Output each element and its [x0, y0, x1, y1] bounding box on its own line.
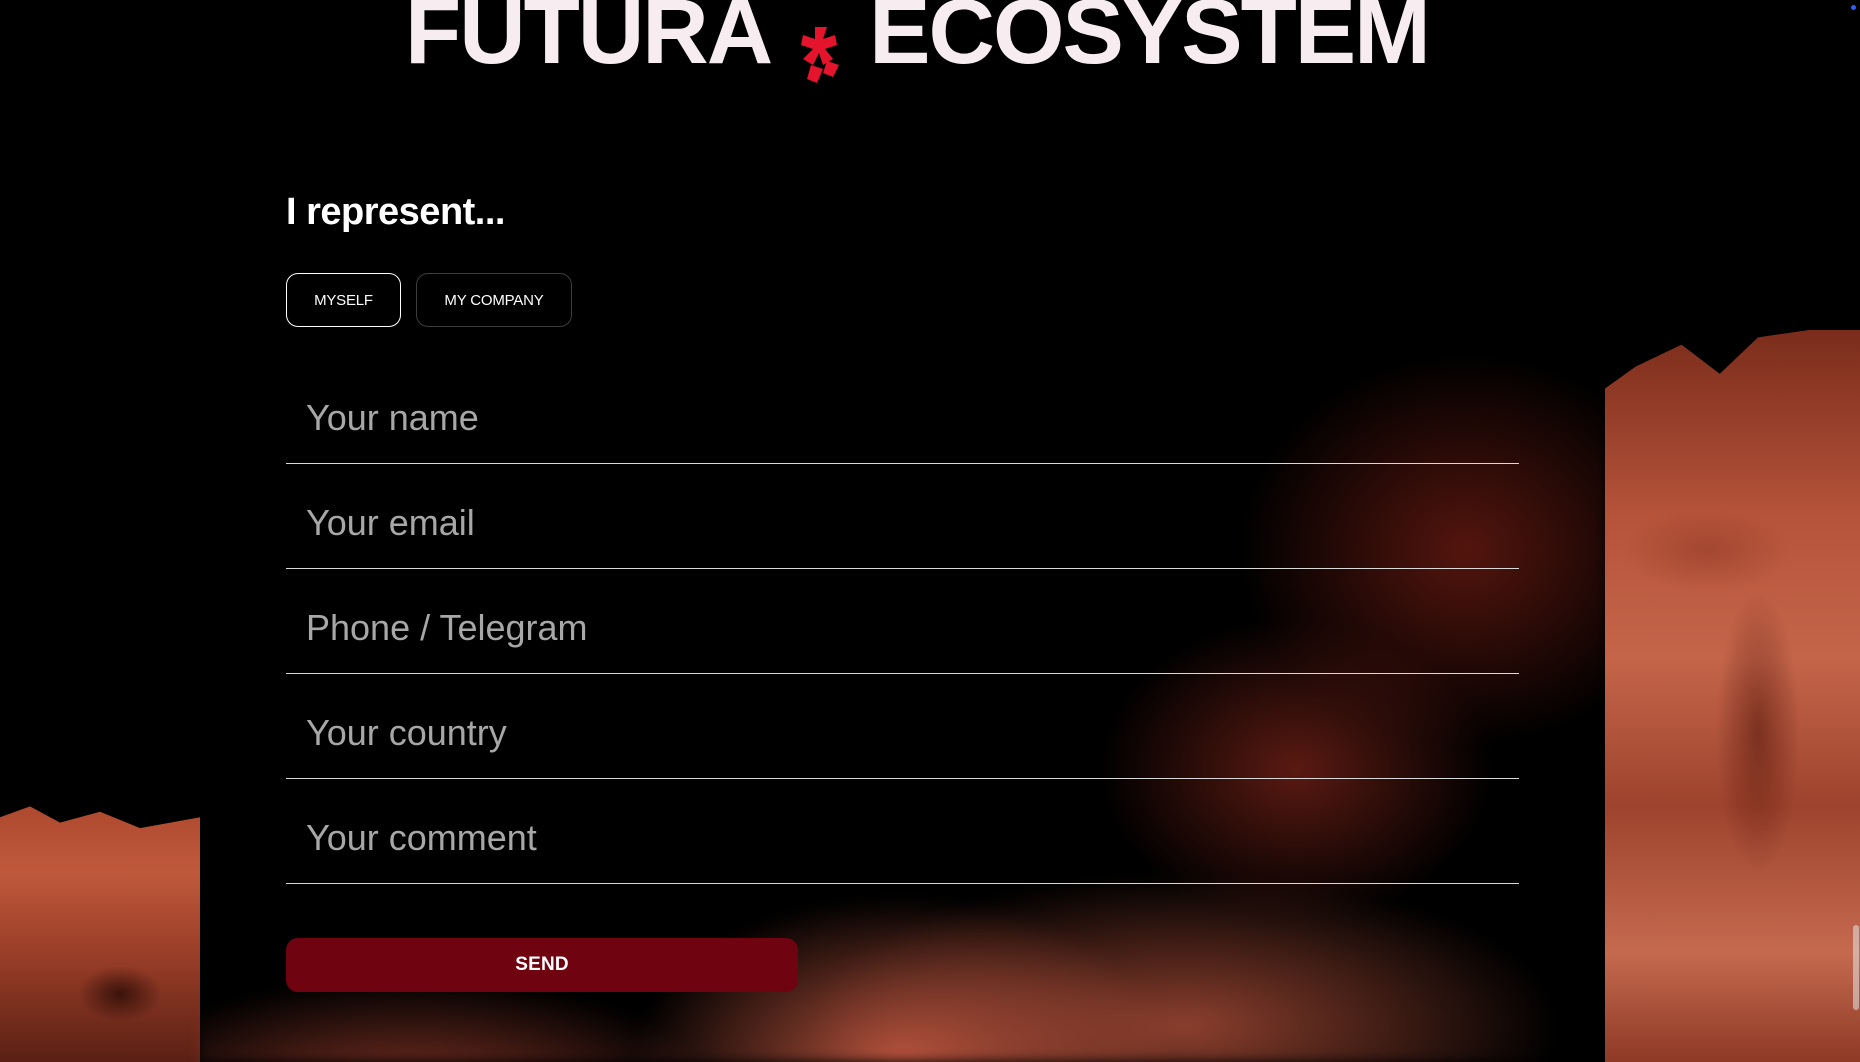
brand-word-ecosystem: ECOSYSTEM [869, 0, 1431, 83]
page: FUTURA ECOSYSTEM I represent... MYSELF M… [0, 0, 1860, 1062]
indicator-dot [1851, 5, 1856, 10]
represent-choice-group: MYSELF MY COMPANY [286, 273, 1519, 327]
email-input[interactable] [306, 498, 1499, 548]
phone-telegram-field [286, 569, 1519, 674]
page-scrollbar-thumb[interactable] [1853, 925, 1859, 1010]
country-field [286, 674, 1519, 779]
form-heading: I represent... [286, 191, 505, 233]
futura-mark-icon [793, 2, 847, 83]
send-button[interactable]: SEND [286, 938, 798, 992]
country-input[interactable] [306, 708, 1499, 758]
choice-myself-button[interactable]: MYSELF [286, 273, 401, 327]
phone-telegram-input[interactable] [306, 603, 1499, 653]
email-field [286, 464, 1519, 569]
contact-form: I represent... MYSELF MY COMPANY SEND [286, 180, 1519, 992]
form-fields [286, 359, 1519, 884]
brand-title: FUTURA ECOSYSTEM [405, 0, 1431, 83]
comment-input[interactable] [306, 813, 1499, 863]
name-field [286, 359, 1519, 464]
brand-word-futura: FUTURA [405, 0, 773, 83]
terrain-background-right [1605, 330, 1860, 1062]
name-input[interactable] [306, 393, 1499, 443]
terrain-background-left [0, 806, 200, 1062]
choice-my-company-button[interactable]: MY COMPANY [416, 273, 572, 327]
comment-field [286, 779, 1519, 884]
